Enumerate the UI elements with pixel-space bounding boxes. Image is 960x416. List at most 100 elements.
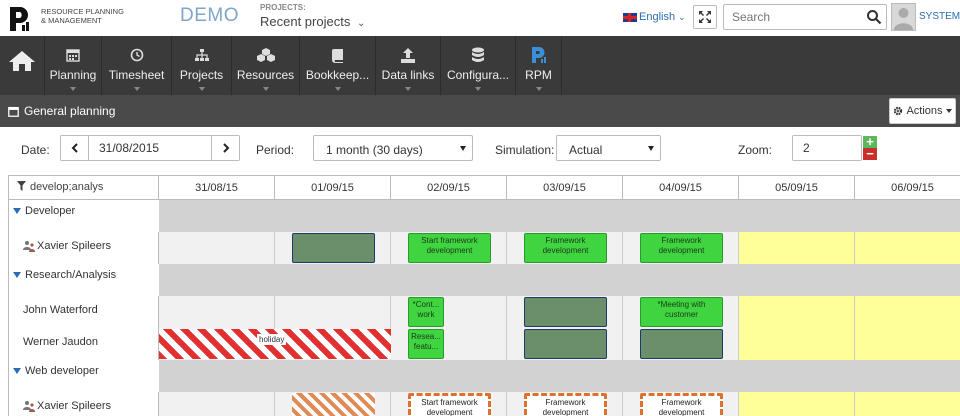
resource-name-cell[interactable]: Xavier Spileers [9,232,159,264]
task-block[interactable]: Start framework development [408,233,491,263]
group-row-web-developer[interactable]: Web developer [9,360,960,392]
search-box [723,4,887,30]
collapse-triangle-icon[interactable] [13,272,21,278]
booked-block[interactable] [524,297,607,327]
next-date-button[interactable] [212,136,239,160]
main-nav: Planning Timesheet Projects Resources Bo… [0,36,960,95]
weekend-cell[interactable] [739,328,855,360]
weekend-cell[interactable] [739,232,855,264]
planned-task-block[interactable]: Start framework development [408,393,491,416]
weekend-cell[interactable] [855,296,960,328]
planned-task-block[interactable]: Framework development [640,393,723,416]
nav-home[interactable] [0,36,45,95]
book-icon [331,46,345,64]
task-block[interactable]: Framework development [524,233,607,263]
group-title[interactable]: Web developer [9,360,159,392]
clock-icon [130,46,144,64]
zoom-out-button[interactable]: − [863,147,877,160]
logo-text: RESOURCE PLANNING & MANAGEMENT [41,7,124,25]
task-block[interactable]: Resea... featu... [408,329,444,359]
day-cell[interactable] [275,296,391,328]
zoom-input[interactable]: 2 [792,135,862,161]
nav-label: Timesheet [108,68,165,82]
resource-name-cell[interactable]: Werner Jaudon [9,328,159,360]
previous-date-button[interactable] [61,136,88,160]
day-cell[interactable] [159,232,275,264]
planned-block[interactable] [292,393,375,416]
user-group-icon [23,241,35,252]
nav-resources[interactable]: Resources [232,36,300,95]
user-name[interactable]: SYSTEM [919,11,960,22]
resource-filter[interactable]: develop;analys [9,176,159,200]
fullscreen-button[interactable] [693,5,717,29]
caret-down-icon [945,109,952,113]
nav-projects[interactable]: Projects [172,36,232,95]
gear-icon [894,106,903,116]
group-title[interactable]: Research/Analysis [9,264,159,296]
search-icon[interactable] [866,9,882,25]
task-block[interactable]: *Meeting with customer [640,297,723,327]
user-silhouette-icon [894,8,913,30]
rpm-logo-icon[interactable] [6,5,34,33]
chevron-right-icon [222,143,229,153]
collapse-triangle-icon[interactable] [13,208,21,214]
nav-bookkeeping[interactable]: Bookkeep... [300,36,376,95]
nav-data-links[interactable]: Data links [376,36,441,95]
resource-name-cell[interactable]: John Waterford [9,296,159,328]
actions-button[interactable]: Actions [889,98,956,124]
caret-down-icon [334,87,341,91]
projects-value: Recent projects [260,14,351,29]
booked-block[interactable] [292,233,375,263]
avatar[interactable] [891,3,916,31]
language-selector[interactable]: English ⌄ [623,11,686,23]
day-header: 04/09/15 [623,176,739,200]
nav-timesheet[interactable]: Timesheet [102,36,172,95]
resource-row-werner: Werner Jaudon holiday Resea... featu... [9,328,960,360]
weekend-cell[interactable] [855,392,960,416]
task-block[interactable]: *Cont... work [408,297,444,327]
collapse-triangle-icon[interactable] [13,368,21,374]
simulation-select[interactable]: Actual [556,135,661,161]
rpm-logo-icon [530,46,548,64]
caret-down-icon [405,87,411,91]
day-cell[interactable] [159,296,275,328]
simulation-label: Simulation: [495,143,555,157]
group-title[interactable]: Developer [9,200,159,232]
nav-label: Planning [49,68,97,82]
nav-label: RPM [525,68,552,82]
date-input[interactable]: 31/08/2015 [88,136,212,160]
caret-down-icon [198,87,205,91]
group-label: Developer [25,205,76,217]
resource-row-john: John Waterford *Cont... work *Meeting wi… [9,296,960,328]
period-select[interactable]: 1 month (30 days) [313,135,473,161]
search-input[interactable] [724,5,859,29]
planned-task-block[interactable]: Framework development [524,393,607,416]
resource-name-cell[interactable]: Xavier Spileers [9,392,159,416]
group-row-research[interactable]: Research/Analysis [9,264,960,296]
nav-configuration[interactable]: Configura... [441,36,516,95]
booked-block[interactable] [524,329,607,359]
task-block[interactable]: Framework development [640,233,723,263]
projects-dropdown[interactable]: Recent projects ⌄ [260,14,365,29]
group-row-developer[interactable]: Developer [9,200,960,232]
weekend-cell[interactable] [739,392,855,416]
nav-rpm[interactable]: RPM [516,36,562,95]
weekend-cell[interactable] [739,296,855,328]
weekend-cell[interactable] [855,232,960,264]
holiday-block[interactable]: holiday [159,329,391,359]
nav-label: Configura... [446,68,510,82]
booked-block[interactable] [640,329,723,359]
nav-label: Data links [381,68,435,82]
environment-label: DEMO [180,5,239,26]
group-band [159,200,960,232]
nav-planning[interactable]: Planning [45,36,102,95]
weekend-cell[interactable] [855,328,960,360]
chevron-left-icon [71,143,78,153]
upload-icon [400,46,416,64]
nav-label: Resources [236,68,295,82]
caret-down-icon [475,87,481,91]
day-cell[interactable] [159,392,275,416]
calendar-icon [66,46,80,64]
group-band [159,360,960,392]
caret-down-icon [648,146,654,151]
